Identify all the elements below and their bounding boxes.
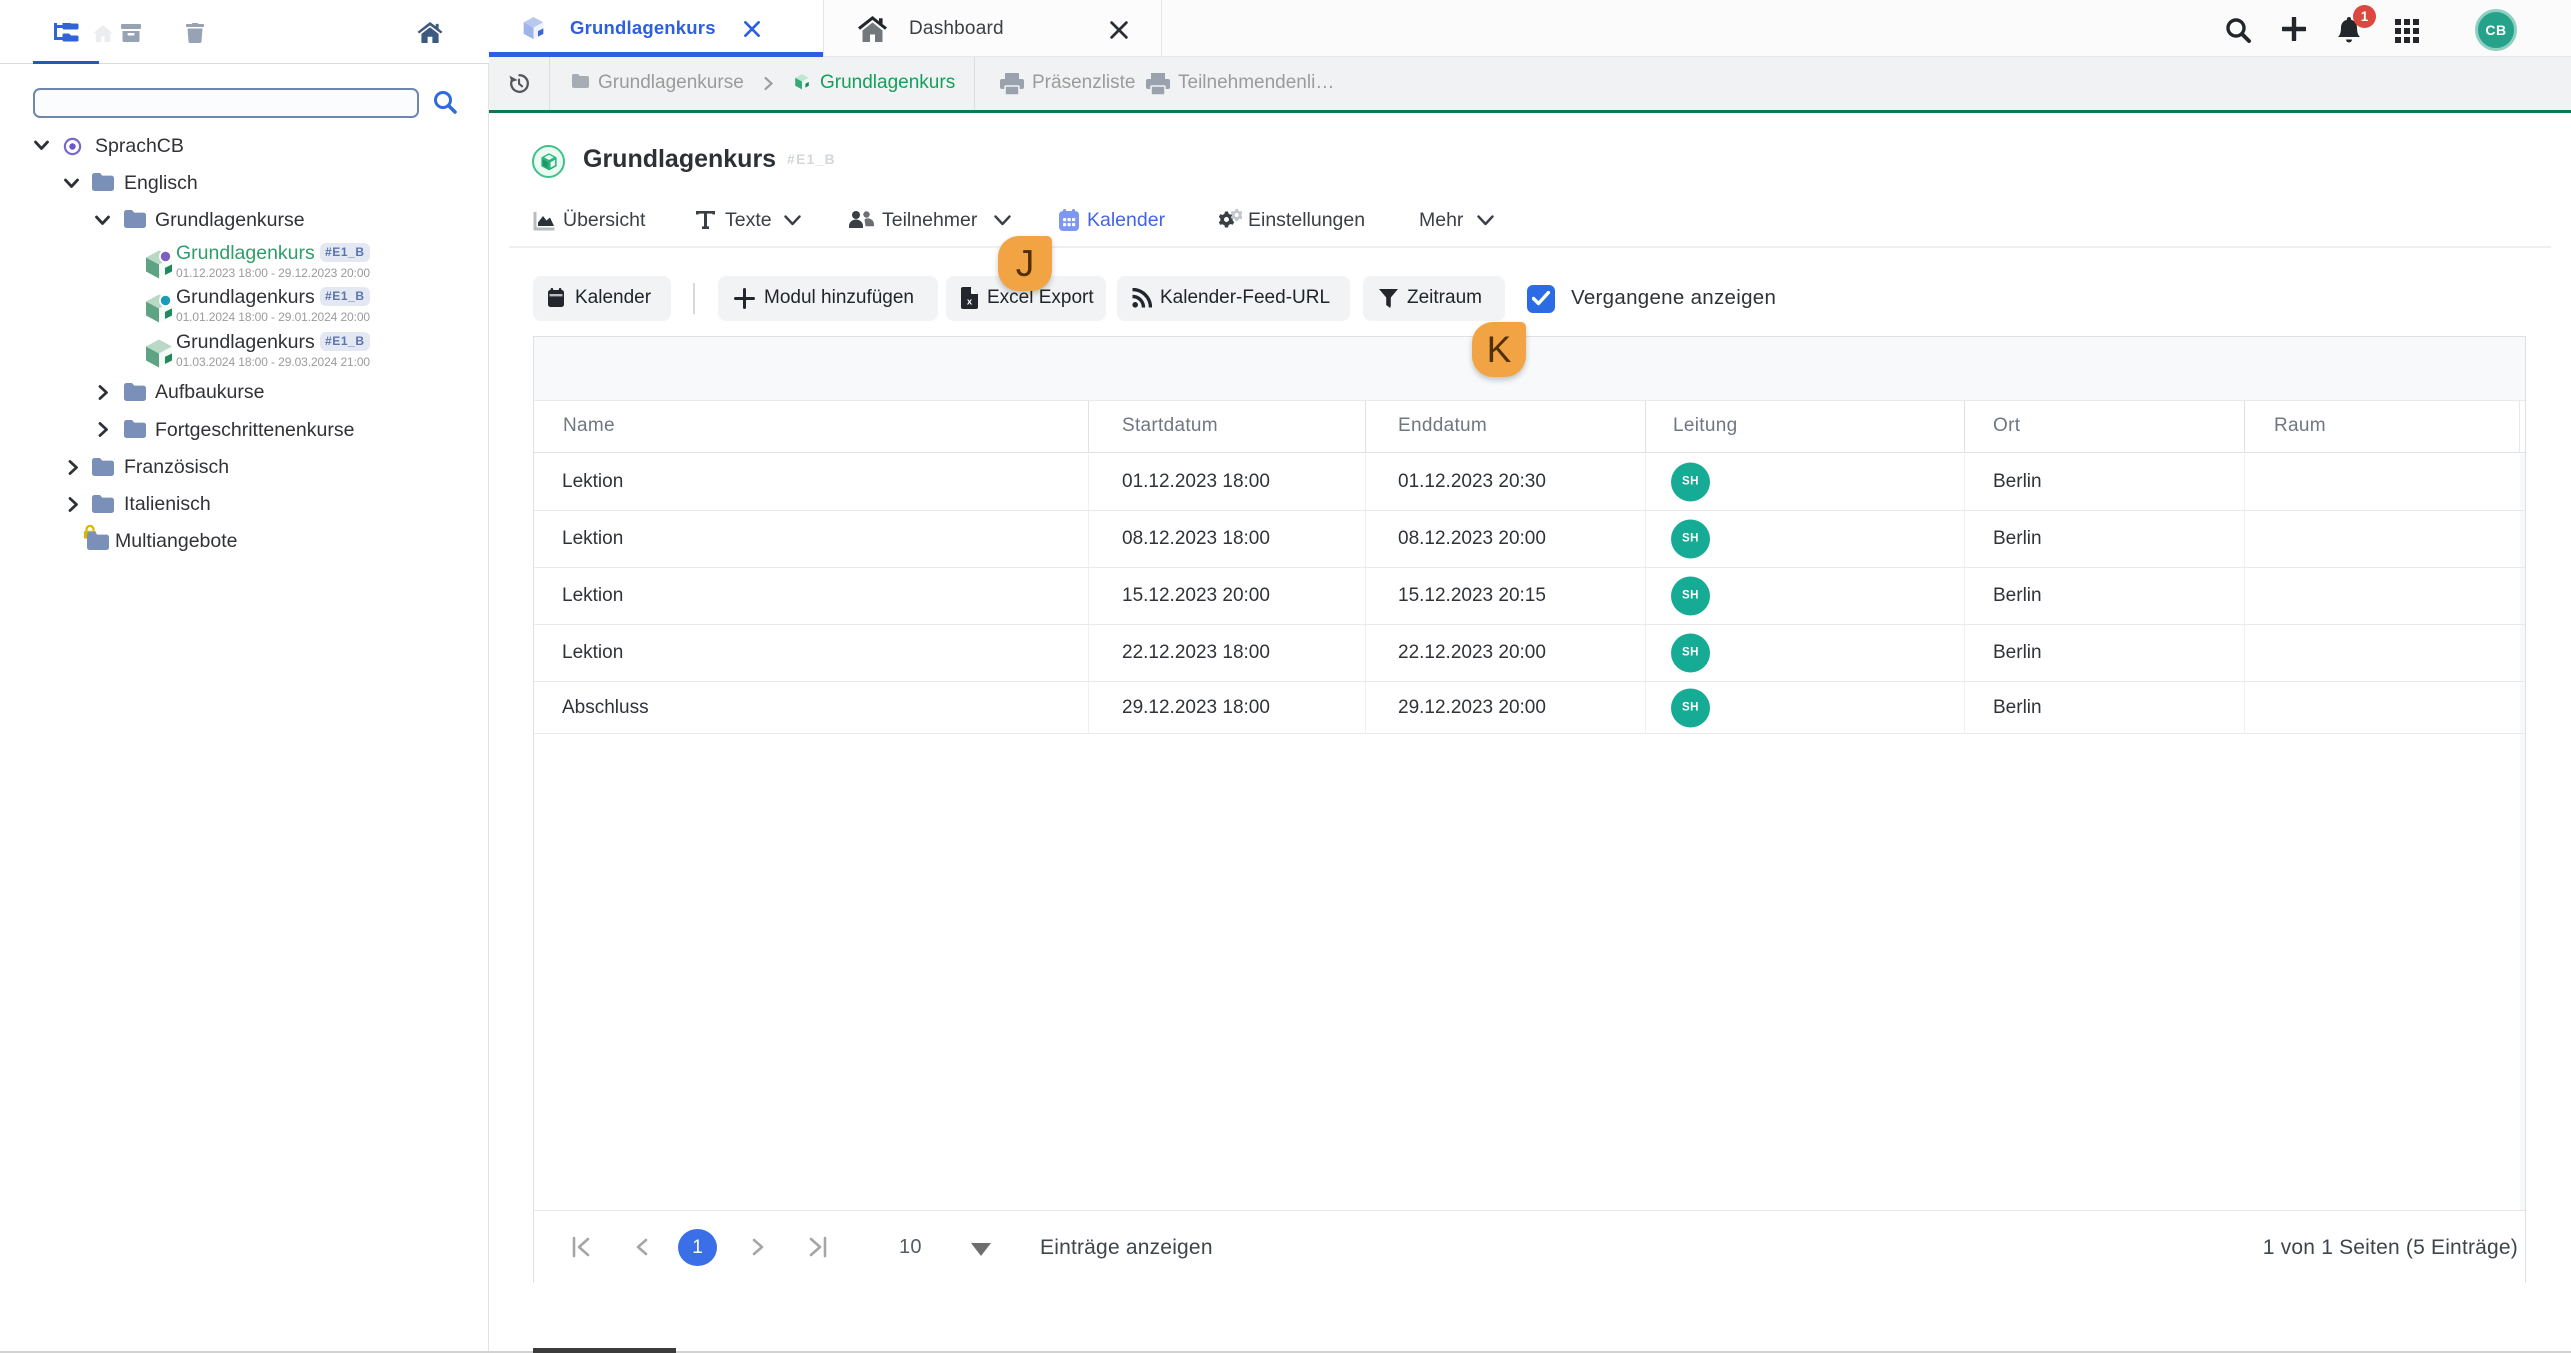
svg-text:x: x	[967, 297, 973, 308]
